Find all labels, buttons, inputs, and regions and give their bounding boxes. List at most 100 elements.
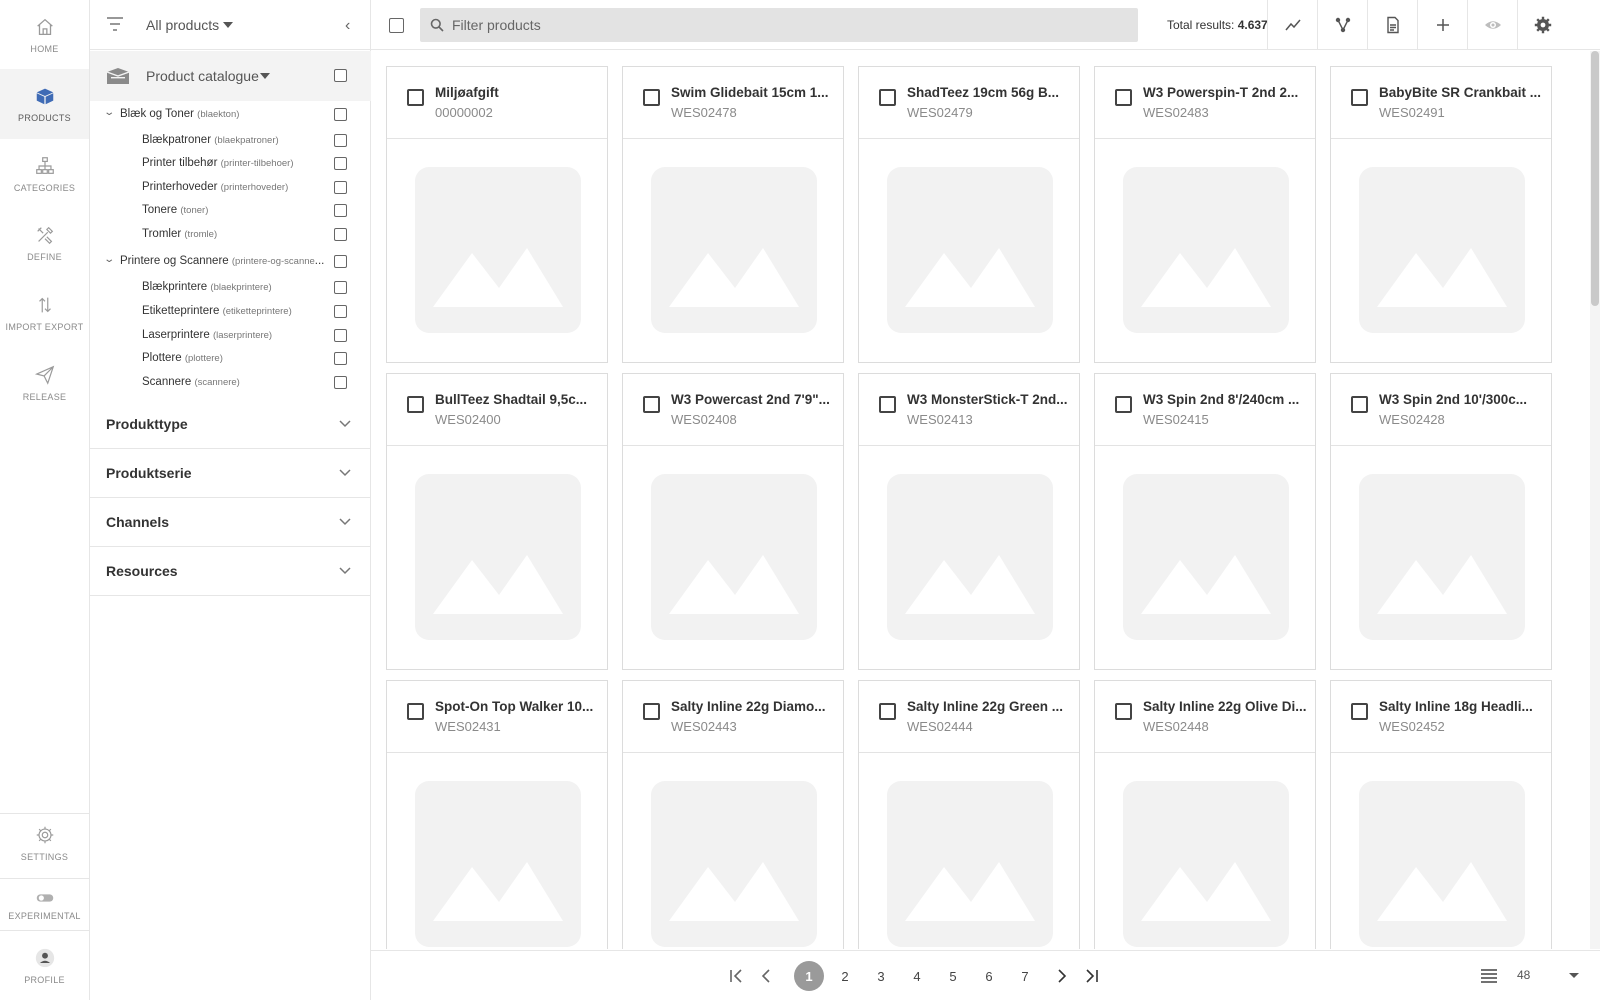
scope-select-label[interactable]: All products — [146, 17, 219, 33]
search-input[interactable] — [452, 8, 1132, 42]
tree-item-checkbox[interactable] — [334, 228, 347, 241]
report-button[interactable] — [1367, 0, 1417, 50]
product-card[interactable]: W3 MonsterStick-T 2nd... WES02413 — [858, 373, 1080, 670]
last-page-icon[interactable] — [1080, 964, 1104, 988]
page-4[interactable]: 4 — [902, 961, 932, 991]
chevron-down-icon[interactable]: ⌄ — [103, 107, 115, 118]
tree-item-checkbox[interactable] — [334, 305, 347, 318]
page-5[interactable]: 5 — [938, 961, 968, 991]
page-1[interactable]: 1 — [794, 961, 824, 991]
tree-item[interactable]: Laserprintere (laserprintere) — [90, 325, 371, 347]
product-checkbox[interactable] — [879, 89, 896, 106]
chart-button[interactable] — [1267, 0, 1317, 50]
tree-item-checkbox[interactable] — [334, 181, 347, 194]
product-card[interactable]: Swim Glidebait 15cm 1... WES02478 — [622, 66, 844, 363]
product-checkbox[interactable] — [879, 396, 896, 413]
select-all-checkbox[interactable] — [389, 18, 404, 33]
nav-release[interactable]: RELEASE — [0, 348, 89, 418]
product-card[interactable]: Salty Inline 18g Headli... WES02452 — [1330, 680, 1552, 949]
filter-icon[interactable] — [106, 16, 124, 32]
product-checkbox[interactable] — [1351, 396, 1368, 413]
add-button[interactable] — [1417, 0, 1467, 50]
settings-button[interactable] — [1517, 0, 1567, 50]
tree-item[interactable]: Etiketteprintere (etiketteprintere) — [90, 301, 371, 323]
tree-item[interactable]: Plottere (plottere) — [90, 348, 371, 370]
caret-down-icon[interactable] — [260, 73, 270, 79]
catalogue-selector[interactable]: Product catalogue — [90, 51, 371, 101]
facet-resources[interactable]: Resources — [90, 547, 371, 596]
tree-item[interactable]: Printer tilbehør (printer-tilbehoer) — [90, 153, 371, 175]
tree-item-checkbox[interactable] — [334, 204, 347, 217]
scrollbar-thumb[interactable] — [1591, 51, 1599, 306]
product-card[interactable]: W3 Spin 2nd 8'/240cm ... WES02415 — [1094, 373, 1316, 670]
facet-produktserie[interactable]: Produktserie — [90, 449, 371, 498]
product-card[interactable]: Salty Inline 22g Green ... WES02444 — [858, 680, 1080, 949]
scrollbar[interactable] — [1590, 51, 1600, 949]
facet-produkttype[interactable]: Produkttype — [90, 400, 371, 449]
catalogue-checkbox[interactable] — [334, 69, 347, 82]
nav-profile[interactable]: PROFILE — [0, 935, 89, 997]
product-card[interactable]: W3 Spin 2nd 10'/300c... WES02428 — [1330, 373, 1552, 670]
tree-item[interactable]: Tromler (tromle) — [90, 224, 371, 246]
product-card[interactable]: BabyBite SR Crankbait ... WES02491 — [1330, 66, 1552, 363]
product-checkbox[interactable] — [1351, 703, 1368, 720]
share-button[interactable] — [1317, 0, 1367, 50]
product-checkbox[interactable] — [643, 89, 660, 106]
tree-item-checkbox[interactable] — [334, 281, 347, 294]
product-checkbox[interactable] — [643, 703, 660, 720]
nav-define[interactable]: DEFINE — [0, 208, 89, 278]
tree-item-checkbox[interactable] — [334, 108, 347, 121]
page-6[interactable]: 6 — [974, 961, 1004, 991]
tree-item-checkbox[interactable] — [334, 157, 347, 170]
tree-item[interactable]: Tonere (toner) — [90, 200, 371, 222]
product-checkbox[interactable] — [407, 703, 424, 720]
card-header: Salty Inline 22g Olive Di... WES02448 — [1095, 681, 1315, 753]
product-card[interactable]: Salty Inline 22g Olive Di... WES02448 — [1094, 680, 1316, 949]
page-2[interactable]: 2 — [830, 961, 860, 991]
tree-item[interactable]: Printerhoveder (printerhoveder) — [90, 177, 371, 199]
page-3[interactable]: 3 — [866, 961, 896, 991]
chevron-down-icon[interactable]: ⌄ — [103, 254, 115, 265]
nav-home[interactable]: HOME — [0, 0, 89, 70]
caret-down-icon[interactable] — [1569, 973, 1579, 978]
product-card[interactable]: Miljøafgift 00000002 — [386, 66, 608, 363]
tree-item[interactable]: Blækprintere (blaekprintere) — [90, 277, 371, 299]
product-card[interactable]: W3 Powercast 2nd 7'9"... WES02408 — [622, 373, 844, 670]
tree-item-printere-og-scannere[interactable]: ⌄ Printere og Scannere (printere-og-scan… — [90, 251, 371, 273]
product-checkbox[interactable] — [407, 89, 424, 106]
product-card[interactable]: BullTeez Shadtail 9,5c... WES02400 — [386, 373, 608, 670]
product-card[interactable]: ShadTeez 19cm 56g B... WES02479 — [858, 66, 1080, 363]
nav-import-export[interactable]: IMPORT EXPORT — [0, 278, 89, 348]
nav-experimental[interactable]: EXPERIMENTAL — [0, 878, 89, 930]
tree-item-checkbox[interactable] — [334, 352, 347, 365]
tree-item[interactable]: Blækpatroner (blaekpatroner) — [90, 130, 371, 152]
tree-item-checkbox[interactable] — [334, 329, 347, 342]
per-page-value[interactable]: 48 — [1517, 968, 1530, 982]
collapse-panel-button[interactable]: ‹ — [345, 17, 350, 35]
tree-item[interactable]: Scannere (scannere) — [90, 372, 371, 394]
tree-item-checkbox[interactable] — [334, 376, 347, 389]
caret-down-icon[interactable] — [223, 22, 233, 28]
tree-item-blaek-og-toner[interactable]: ⌄ Blæk og Toner (blaekton) — [90, 104, 371, 126]
next-page-icon[interactable] — [1050, 964, 1074, 988]
product-checkbox[interactable] — [1351, 89, 1368, 106]
nav-settings[interactable]: SETTINGS — [0, 808, 89, 878]
product-checkbox[interactable] — [1115, 396, 1132, 413]
nav-categories[interactable]: CATEGORIES — [0, 139, 89, 209]
tree-item-checkbox[interactable] — [334, 255, 347, 268]
product-card[interactable]: Salty Inline 22g Diamo... WES02443 — [622, 680, 844, 949]
product-checkbox[interactable] — [407, 396, 424, 413]
product-checkbox[interactable] — [1115, 703, 1132, 720]
product-card[interactable]: W3 Powerspin-T 2nd 2... WES02483 — [1094, 66, 1316, 363]
facet-channels[interactable]: Channels — [90, 498, 371, 547]
view-button[interactable] — [1467, 0, 1517, 50]
product-checkbox[interactable] — [879, 703, 896, 720]
product-checkbox[interactable] — [1115, 89, 1132, 106]
prev-page-icon[interactable] — [754, 964, 778, 988]
product-checkbox[interactable] — [643, 396, 660, 413]
first-page-icon[interactable] — [724, 964, 748, 988]
tree-item-checkbox[interactable] — [334, 134, 347, 147]
page-7[interactable]: 7 — [1010, 961, 1040, 991]
nav-products[interactable]: PRODUCTS — [0, 69, 89, 139]
product-card[interactable]: Spot-On Top Walker 10... WES02431 — [386, 680, 608, 949]
